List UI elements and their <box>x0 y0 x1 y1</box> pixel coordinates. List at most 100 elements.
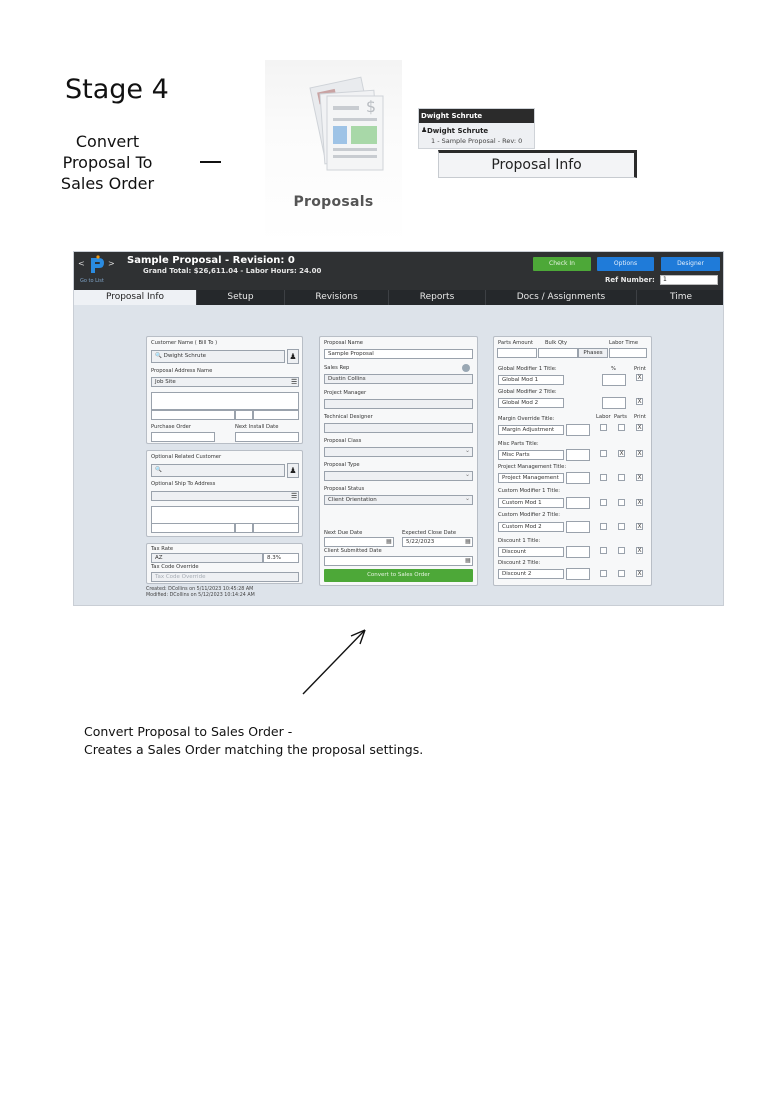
address-name-field[interactable]: Job Site <box>151 377 299 387</box>
proposal-class-select[interactable] <box>324 447 473 457</box>
proposal-status-select[interactable]: Client Orientation <box>324 495 473 505</box>
ship-state-field[interactable] <box>235 523 253 533</box>
global-mod-2-pct[interactable] <box>602 397 626 409</box>
customer-person-icon[interactable]: ♟ <box>287 349 299 364</box>
user-panel-name[interactable]: Dwight Schrute <box>427 127 488 135</box>
custom-mod-2-labor-checkbox[interactable] <box>600 523 607 530</box>
proposals-tile[interactable]: $ Proposals <box>265 60 402 245</box>
address-lines-field[interactable] <box>151 392 299 410</box>
tab-proposal-info[interactable]: Proposal Info <box>74 290 197 305</box>
margin-print-checkbox[interactable]: X <box>636 424 643 431</box>
sales-rep-field[interactable]: Dustin Collins <box>324 374 473 384</box>
labor-time-field[interactable] <box>609 348 647 358</box>
misc-parts-field[interactable]: Misc Parts <box>498 450 564 460</box>
list-icon[interactable]: ☰ <box>291 378 297 386</box>
ship-to-field[interactable] <box>151 491 299 501</box>
project-mgmt-field[interactable]: Project Management <box>498 473 564 483</box>
margin-override-pct[interactable] <box>566 424 590 436</box>
ship-zip-field[interactable] <box>253 523 299 533</box>
tax-rate-state-field[interactable]: AZ <box>151 553 263 563</box>
misc-parts-checkbox[interactable]: X <box>618 450 625 457</box>
bulk-qty-field[interactable] <box>538 348 578 358</box>
designer-button[interactable]: Designer <box>661 257 720 271</box>
discount-2-parts-checkbox[interactable] <box>618 570 625 577</box>
tax-rate-value-field[interactable]: 8.3% <box>263 553 299 563</box>
city-field[interactable] <box>151 410 235 420</box>
discount-1-parts-checkbox[interactable] <box>618 547 625 554</box>
tab-docs-assignments[interactable]: Docs / Assignments <box>486 290 637 305</box>
global-mod-2-print-checkbox[interactable]: X <box>636 398 643 405</box>
ref-number-input[interactable]: 1 <box>660 275 718 285</box>
next-due-field[interactable] <box>324 537 394 547</box>
check-in-button[interactable]: Check In <box>533 257 591 271</box>
proposal-info-tab-callout[interactable]: Proposal Info <box>438 150 637 178</box>
discount-1-print-checkbox[interactable]: X <box>636 547 643 554</box>
global-mod-1-print-checkbox[interactable]: X <box>636 374 643 381</box>
client-submitted-field[interactable] <box>324 556 473 566</box>
related-customer-field[interactable]: 🔍 <box>151 464 285 477</box>
discount-2-pct[interactable] <box>566 568 590 580</box>
tax-override-select[interactable]: Tax Code Override <box>151 572 299 582</box>
discount-2-labor-checkbox[interactable] <box>600 570 607 577</box>
client-submitted-label: Client Submitted Date <box>324 548 382 554</box>
purchase-order-field[interactable] <box>151 432 215 442</box>
convert-to-sales-order-button[interactable]: Convert to Sales Order <box>324 569 473 582</box>
misc-labor-checkbox[interactable] <box>600 450 607 457</box>
calendar-icon[interactable]: ▦ <box>386 538 392 545</box>
global-mod-1-field[interactable]: Global Mod 1 <box>498 375 564 385</box>
go-to-list-link[interactable]: Go to List <box>80 278 104 284</box>
discount-1-pct[interactable] <box>566 546 590 558</box>
state-field[interactable] <box>235 410 253 420</box>
parts-amount-label: Parts Amount <box>498 340 533 346</box>
discount-1-field[interactable]: Discount <box>498 547 564 557</box>
tab-time[interactable]: Time <box>637 290 723 305</box>
calendar-icon[interactable]: ▦ <box>465 538 471 545</box>
proposal-name-field[interactable]: Sample Proposal <box>324 349 473 359</box>
user-panel-proposal[interactable]: 1 - Sample Proposal - Rev: 0 <box>431 137 522 145</box>
tech-designer-field[interactable] <box>324 423 473 433</box>
misc-parts-pct[interactable] <box>566 449 590 461</box>
calendar-icon[interactable]: ▦ <box>465 557 471 564</box>
proposal-type-select[interactable] <box>324 471 473 481</box>
custom-mod-1-print-checkbox[interactable]: X <box>636 499 643 506</box>
custom-mod-1-labor-checkbox[interactable] <box>600 499 607 506</box>
expected-close-field[interactable]: 5/22/2023 <box>402 537 473 547</box>
misc-print-checkbox[interactable]: X <box>636 450 643 457</box>
custom-mod-1-parts-checkbox[interactable] <box>618 499 625 506</box>
customer-name-field[interactable]: 🔍 Dwight Schrute <box>151 350 285 363</box>
margin-parts-checkbox[interactable] <box>618 424 625 431</box>
global-mod-1-pct[interactable] <box>602 374 626 386</box>
sales-rep-info-icon[interactable] <box>462 364 470 372</box>
global-mod-2-field[interactable]: Global Mod 2 <box>498 398 564 408</box>
custom-mod-2-parts-checkbox[interactable] <box>618 523 625 530</box>
project-mgmt-parts-checkbox[interactable] <box>618 474 625 481</box>
custom-mod-1-pct[interactable] <box>566 497 590 509</box>
project-mgmt-pct[interactable] <box>566 472 590 484</box>
custom-mod-2-print-checkbox[interactable]: X <box>636 523 643 530</box>
custom-mod-1-field[interactable]: Custom Mod 1 <box>498 498 564 508</box>
discount-2-print-checkbox[interactable]: X <box>636 570 643 577</box>
next-install-field[interactable] <box>235 432 299 442</box>
related-person-icon[interactable]: ♟ <box>287 463 299 478</box>
custom-mod-2-pct[interactable] <box>566 521 590 533</box>
tab-setup[interactable]: Setup <box>197 290 285 305</box>
tab-reports[interactable]: Reports <box>389 290 486 305</box>
tab-revisions[interactable]: Revisions <box>285 290 389 305</box>
list-icon[interactable]: ☰ <box>291 492 297 500</box>
project-mgmt-print-checkbox[interactable]: X <box>636 474 643 481</box>
ship-address-field[interactable] <box>151 506 299 524</box>
ship-city-field[interactable] <box>151 523 235 533</box>
nav-forward-button[interactable]: > <box>108 259 115 268</box>
options-button[interactable]: Options <box>597 257 654 271</box>
custom-mod-2-field[interactable]: Custom Mod 2 <box>498 522 564 532</box>
parts-amount-field[interactable] <box>497 348 537 358</box>
discount-2-field[interactable]: Discount 2 <box>498 569 564 579</box>
project-mgmt-labor-checkbox[interactable] <box>600 474 607 481</box>
margin-override-field[interactable]: Margin Adjustment <box>498 425 564 435</box>
zip-field[interactable] <box>253 410 299 420</box>
nav-back-button[interactable]: < <box>78 259 85 268</box>
phases-button[interactable]: Phases <box>578 348 608 358</box>
margin-labor-checkbox[interactable] <box>600 424 607 431</box>
discount-1-labor-checkbox[interactable] <box>600 547 607 554</box>
project-manager-field[interactable] <box>324 399 473 409</box>
